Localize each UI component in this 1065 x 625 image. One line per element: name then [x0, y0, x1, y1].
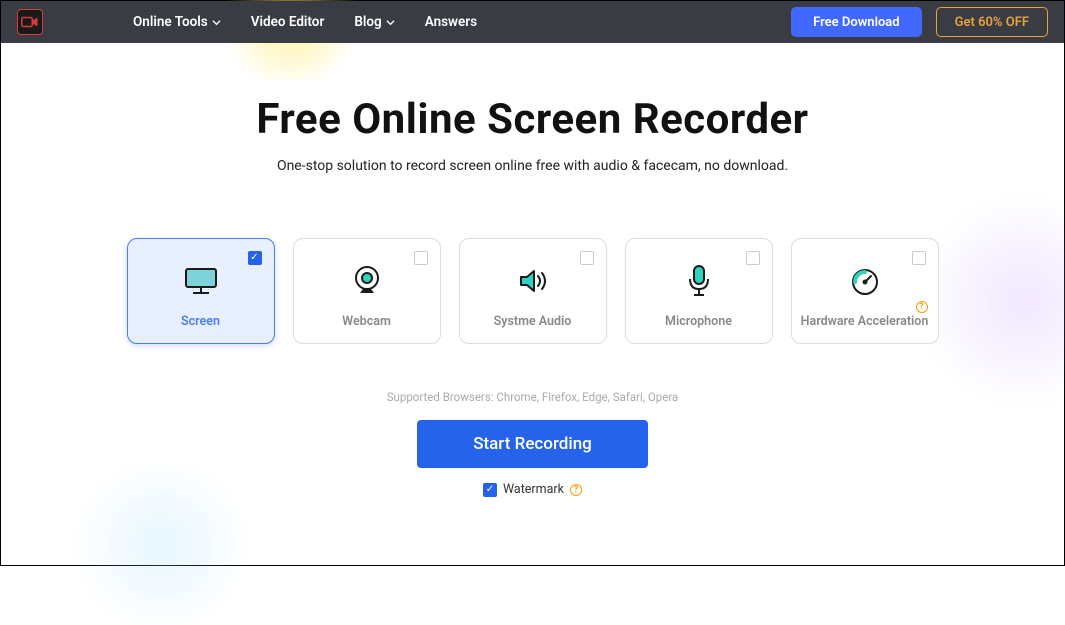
- checkbox[interactable]: [746, 251, 760, 265]
- nav-link-label: Video Editor: [251, 14, 325, 30]
- watermark-label: Watermark: [503, 482, 564, 497]
- start-recording-button[interactable]: Start Recording: [417, 420, 648, 468]
- card-webcam[interactable]: Webcam: [293, 238, 441, 344]
- card-label: Systme Audio: [494, 314, 572, 329]
- chevron-down-icon: [212, 18, 221, 27]
- nav-answers[interactable]: Answers: [425, 14, 477, 30]
- speaker-icon: [517, 267, 549, 299]
- watermark-row: ✓ Watermark ?: [1, 482, 1064, 497]
- page-title: Free Online Screen Recorder: [1, 95, 1064, 144]
- nav-video-editor[interactable]: Video Editor: [251, 14, 325, 30]
- logo-icon: [21, 15, 39, 29]
- top-nav: Online Tools Video Editor Blog Answers F…: [1, 1, 1064, 43]
- chevron-down-icon: [386, 18, 395, 27]
- start-row: Start Recording: [1, 420, 1064, 468]
- info-icon[interactable]: ?: [570, 484, 582, 496]
- card-system-audio[interactable]: Systme Audio: [459, 238, 607, 344]
- card-label: Microphone: [665, 314, 732, 329]
- card-microphone[interactable]: Microphone: [625, 238, 773, 344]
- card-label: Webcam: [342, 314, 391, 329]
- microphone-icon: [686, 264, 712, 302]
- webcam-icon: [350, 265, 384, 301]
- card-screen[interactable]: Screen: [127, 238, 275, 344]
- card-label: Hardware Acceleration: [801, 314, 929, 329]
- logo[interactable]: [17, 9, 43, 35]
- supported-browsers: Supported Browsers: Chrome, Firefox, Edg…: [1, 390, 1064, 404]
- nav-link-label: Answers: [425, 14, 477, 30]
- checkbox[interactable]: [580, 251, 594, 265]
- page-subtitle: One-stop solution to record screen onlin…: [1, 158, 1064, 174]
- nav-online-tools[interactable]: Online Tools: [133, 14, 221, 30]
- info-icon[interactable]: ?: [916, 301, 928, 313]
- nav-right: Free Download Get 60% OFF: [791, 7, 1048, 37]
- card-label: Screen: [181, 314, 220, 329]
- checkbox[interactable]: [248, 251, 262, 265]
- free-download-button[interactable]: Free Download: [791, 7, 921, 37]
- nav-link-label: Blog: [354, 14, 381, 30]
- nav-links: Online Tools Video Editor Blog Answers: [133, 14, 477, 30]
- nav-link-label: Online Tools: [133, 14, 208, 30]
- hero: Free Online Screen Recorder One-stop sol…: [1, 43, 1064, 174]
- checkbox[interactable]: [414, 251, 428, 265]
- watermark-checkbox[interactable]: ✓: [483, 483, 497, 497]
- nav-blog[interactable]: Blog: [354, 14, 394, 30]
- gauge-icon: [848, 266, 882, 300]
- offer-button[interactable]: Get 60% OFF: [936, 7, 1048, 37]
- screen-icon: [183, 266, 219, 300]
- checkbox[interactable]: [912, 251, 926, 265]
- card-hardware-acceleration[interactable]: ? Hardware Acceleration: [791, 238, 939, 344]
- option-cards: Screen Webcam Systme Audio Microphone ? …: [1, 238, 1064, 344]
